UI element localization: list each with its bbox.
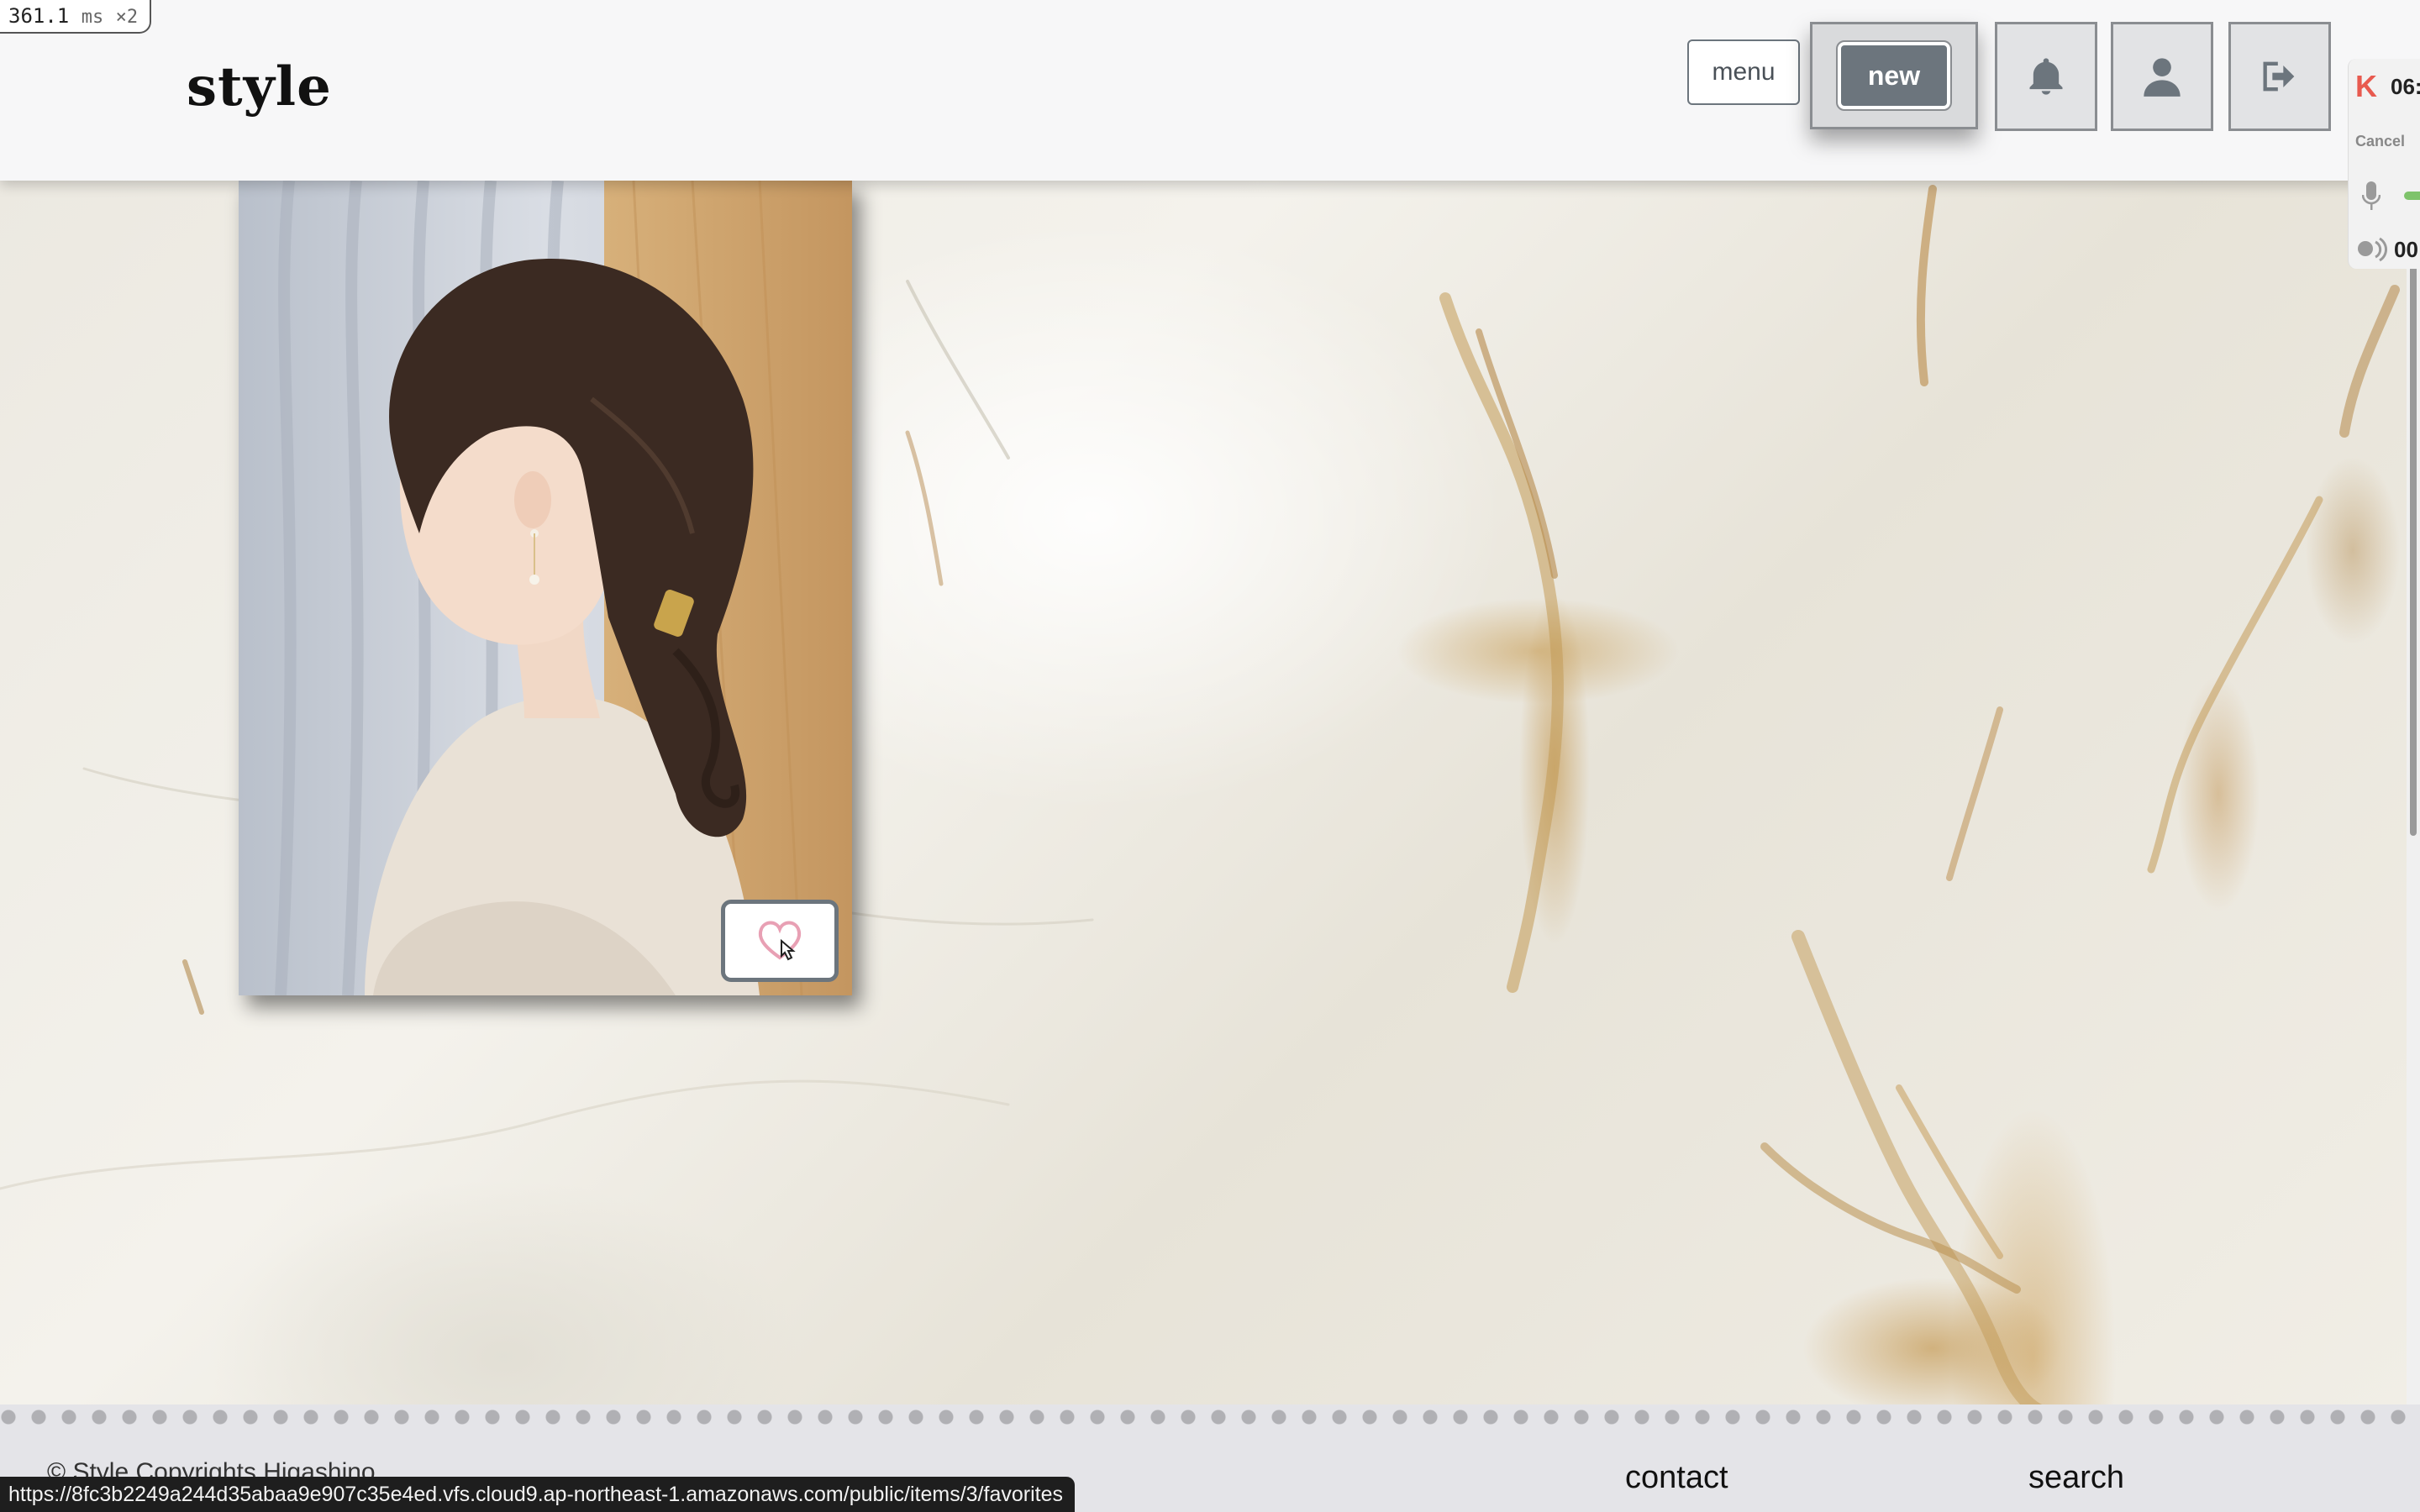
footer-dotted-border [0,1404,2420,1430]
user-icon [2144,58,2181,97]
new-post-button[interactable]: new [1836,40,1952,111]
profile-button[interactable] [2111,22,2213,131]
bell-icon [2029,58,2063,95]
microphone-icon[interactable] [2362,181,2381,212]
perf-unit: ms [81,7,104,28]
favorite-button[interactable] [721,900,839,982]
heart-icon [758,921,802,961]
menu-button[interactable]: menu [1687,39,1800,105]
page-scrollbar[interactable] [2407,181,2420,1415]
recorder-audio-time: 00 [2394,237,2418,262]
footer-link-search[interactable]: search [2028,1460,2124,1496]
recorder-elapsed-time: 06: [2391,74,2420,99]
perf-value: 361.1 [8,4,70,28]
perf-timing-badge: 361.1 ms ×2 [0,0,152,34]
link-status-url: https://8fc3b2249a244d35abaa9e907c35e4ed… [0,1477,1075,1512]
notifications-button[interactable] [1995,22,2097,131]
mic-level-meter [2404,192,2420,200]
speaker-icon[interactable] [2357,237,2387,262]
new-post-button-wrapper: new [1810,22,1978,129]
recorder-cancel-button[interactable]: Cancel [2355,133,2405,150]
logout-button[interactable] [2228,22,2331,131]
screen-recorder-widget: K 06: Cancel 00 [2348,59,2420,269]
site-header: style menu new [0,0,2420,181]
logout-icon [2263,61,2295,92]
footer-link-contact[interactable]: contact [1625,1460,1728,1496]
hairstyle-photo [239,181,852,995]
post-photo-card[interactable] [239,181,852,995]
brand-logo[interactable]: style [187,55,332,118]
recorder-logo: K [2355,69,2377,103]
scrollbar-thumb[interactable] [2410,214,2417,836]
perf-scale: ×2 [115,7,139,28]
